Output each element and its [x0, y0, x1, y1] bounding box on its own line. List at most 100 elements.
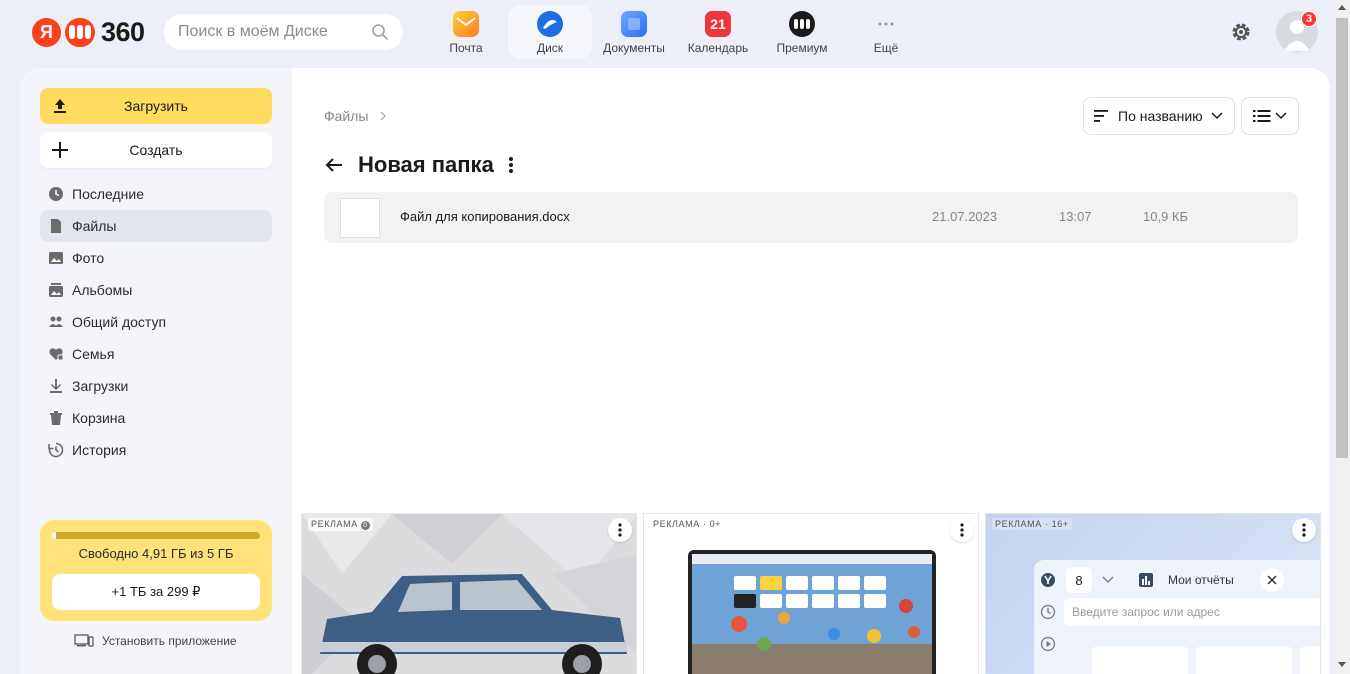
ad-card-browser[interactable]: РЕКЛАМА · 0+	[643, 513, 979, 674]
clock-icon	[49, 187, 63, 201]
sidebar-item-files[interactable]: Файлы	[40, 210, 272, 242]
service-more[interactable]: Ещё	[844, 5, 928, 59]
service-mail[interactable]: Почта	[424, 5, 508, 59]
sort-dropdown[interactable]: По названию	[1083, 97, 1235, 135]
speed-dial-tile	[1196, 646, 1292, 674]
reports-chart-icon	[1139, 573, 1153, 587]
sidebar-item-recent[interactable]: Последние	[40, 178, 272, 210]
speed-dial-tile	[1300, 646, 1320, 674]
view-mode-dropdown[interactable]	[1241, 97, 1299, 135]
logo-number: 360	[101, 16, 145, 47]
sidebar-item-label: Загрузки	[72, 378, 129, 394]
service-calendar[interactable]: 21 Календарь	[676, 5, 760, 59]
sidebar-item-shared[interactable]: Общий доступ	[40, 306, 272, 338]
sort-label: По названию	[1118, 108, 1203, 124]
page-scrollbar[interactable]	[1334, 0, 1350, 674]
sidebar-item-history[interactable]: История	[40, 434, 272, 466]
back-arrow-icon[interactable]	[324, 157, 344, 173]
file-icon	[51, 219, 61, 233]
close-icon	[1260, 568, 1284, 592]
search-input[interactable]: Поиск в моём Диске	[164, 14, 403, 50]
install-app-link[interactable]: Установить приложение	[74, 634, 237, 648]
ad-label: РЕКЛАМА 0	[308, 518, 373, 531]
shared-icon	[49, 316, 63, 327]
clock-icon	[1040, 604, 1056, 620]
scroll-up-arrow[interactable]	[1338, 5, 1346, 10]
documents-icon	[621, 11, 647, 37]
calendar-icon: 21	[705, 11, 731, 37]
calendar-day: 21	[710, 16, 726, 32]
sidebar-item-label: История	[72, 442, 127, 458]
ad-laptop-image	[644, 514, 978, 674]
settings-gear-icon[interactable]	[1229, 20, 1253, 44]
upload-label: Загрузить	[124, 98, 188, 114]
sidebar-item-family[interactable]: Семья	[40, 338, 272, 370]
file-thumbnail	[340, 198, 380, 238]
file-date: 21.07.2023	[932, 209, 998, 224]
chevron-down-icon	[1102, 576, 1114, 583]
create-button[interactable]: Создать	[40, 132, 272, 168]
breadcrumb-files[interactable]: Файлы	[324, 108, 368, 124]
chevron-right-icon	[381, 111, 387, 121]
sidebar-item-photo[interactable]: Фото	[40, 242, 272, 274]
install-app-label: Установить приложение	[102, 634, 237, 648]
storage-free-text: Свободно 4,91 ГБ из 5 ГБ	[78, 546, 234, 561]
service-documents[interactable]: Документы	[592, 5, 676, 59]
service-label: Календарь	[687, 41, 749, 55]
more-icon	[873, 11, 899, 37]
browser-logo-icon	[1041, 573, 1055, 587]
sort-icon	[1094, 110, 1108, 122]
ad-label: РЕКЛАМА · 16+	[992, 518, 1072, 530]
ad-menu-icon[interactable]	[608, 518, 632, 542]
file-time: 13:07	[1059, 209, 1092, 224]
folder-menu-icon[interactable]	[508, 156, 514, 174]
scrollbar-thumb[interactable]	[1336, 18, 1348, 458]
photo-icon	[49, 252, 63, 264]
ad-label: РЕКЛАМА · 0+	[650, 518, 725, 530]
yandex-360-logo[interactable]: Я 360	[32, 17, 145, 47]
tab-count-badge: 8	[1066, 567, 1092, 593]
search-icon[interactable]	[371, 23, 389, 41]
address-bar: Введите запрос или адрес	[1064, 598, 1320, 626]
service-premium[interactable]: Премиум	[760, 5, 844, 59]
file-name: Файл для копирования.docx	[400, 209, 570, 224]
sidebar-item-label: Альбомы	[72, 282, 133, 298]
service-label: Диск	[536, 41, 564, 55]
sidebar-item-albums[interactable]: Альбомы	[40, 274, 272, 306]
storage-progress-fill	[52, 532, 56, 539]
buy-storage-button[interactable]: +1 ТБ за 299 ₽	[52, 574, 260, 610]
scroll-down-arrow[interactable]	[1338, 662, 1346, 667]
speed-dial-tile	[1092, 646, 1188, 674]
ad-card-browser-ui[interactable]: РЕКЛАМА · 16+ 8 Мои отчёты Введите запро…	[985, 513, 1321, 674]
ad-car-image	[302, 514, 636, 674]
disk-icon	[537, 11, 563, 37]
list-view-icon	[1253, 110, 1271, 122]
logo-rings-icon	[65, 17, 95, 47]
sidebar-item-trash[interactable]: Корзина	[40, 402, 272, 434]
ad-menu-icon[interactable]	[1292, 518, 1316, 542]
upload-button[interactable]: Загрузить	[40, 88, 272, 124]
logo-letter: Я	[32, 17, 61, 47]
file-list-row[interactable]: Файл для копирования.docx 21.07.2023 13:…	[324, 192, 1298, 243]
service-label: Почта	[449, 41, 483, 55]
storage-panel: Свободно 4,91 ГБ из 5 ГБ +1 ТБ за 299 ₽	[40, 520, 272, 621]
sidebar-item-label: Фото	[72, 250, 105, 266]
upload-icon	[54, 99, 66, 113]
ad-menu-icon[interactable]	[950, 518, 974, 542]
storage-progress-bar	[52, 532, 260, 539]
service-disk[interactable]: Диск	[508, 5, 592, 59]
sidebar: Загрузить Создать Последние Файлы Фото А…	[20, 68, 292, 674]
play-icon	[1040, 636, 1056, 652]
sidebar-item-label: Корзина	[72, 410, 126, 426]
albums-icon	[49, 283, 63, 297]
ad-card-car[interactable]: РЕКЛАМА 0	[301, 513, 637, 674]
page-title: Новая папка	[358, 152, 494, 177]
sidebar-item-label: Общий доступ	[72, 314, 167, 330]
reports-label: Мои отчёты	[1168, 573, 1234, 587]
mail-icon	[453, 11, 479, 37]
folder-title-row: Новая папка	[324, 152, 514, 178]
top-header: Я 360 Поиск в моём Диске Почта Диск Доку…	[0, 0, 1334, 68]
sidebar-item-downloads[interactable]: Загрузки	[40, 370, 272, 402]
sidebar-item-label: Файлы	[72, 218, 117, 234]
search-placeholder: Поиск в моём Диске	[178, 23, 328, 40]
